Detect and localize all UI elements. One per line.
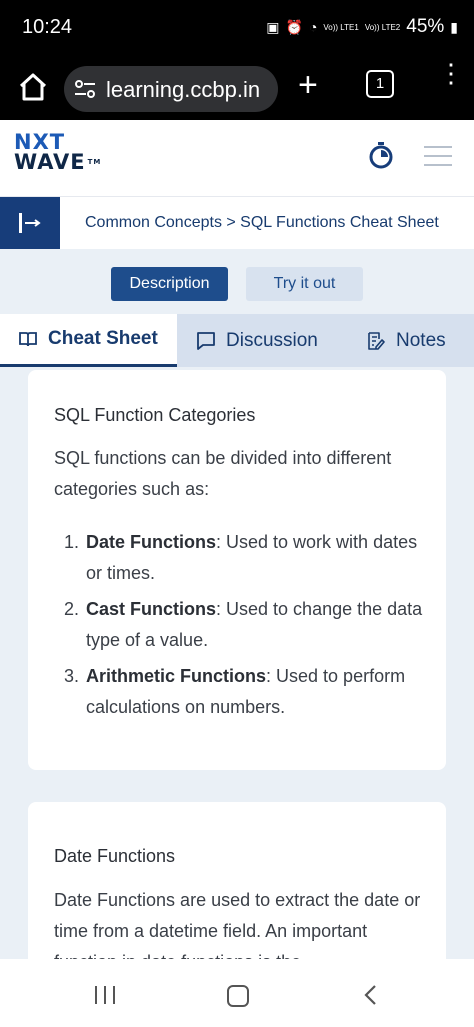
stopwatch-icon[interactable] bbox=[368, 141, 394, 169]
tab-cheat-sheet[interactable]: Cheat Sheet bbox=[0, 314, 177, 367]
status-icons: ▣ ⏰ ◔ Vo)) LTE1 Vo)) LTE2 45% ▮ bbox=[266, 16, 458, 38]
try-it-out-button[interactable]: Try it out bbox=[246, 267, 363, 301]
description-button[interactable]: Description bbox=[111, 267, 228, 301]
recent-apps-icon[interactable] bbox=[95, 986, 117, 1004]
battery-percent: 45% bbox=[406, 16, 445, 37]
card-heading: SQL Function Categories bbox=[54, 405, 256, 425]
tab-discussion[interactable]: Discussion bbox=[196, 314, 318, 367]
battery-icon: ▮ bbox=[450, 18, 458, 35]
status-bar: 10:24 ▣ ⏰ ◔ Vo)) LTE1 Vo)) LTE2 45% ▮ bbox=[0, 0, 474, 56]
site-settings-icon[interactable] bbox=[74, 80, 96, 98]
browser-toolbar: learning.ccbp.in + 1 ⋮ bbox=[0, 56, 474, 120]
more-menu-icon[interactable]: ⋮ bbox=[438, 60, 464, 86]
back-icon[interactable] bbox=[362, 984, 378, 1006]
home-nav-icon[interactable] bbox=[227, 985, 249, 1007]
sidebar-toggle-button[interactable] bbox=[0, 197, 60, 249]
notes-icon bbox=[368, 331, 385, 350]
book-icon bbox=[19, 332, 37, 347]
card-paragraph: SQL functions can be divided into differ… bbox=[54, 448, 392, 499]
card-heading: Date Functions bbox=[54, 846, 176, 866]
card-paragraph: Date Functions are used to extract the d… bbox=[54, 890, 421, 959]
tab-label: Cheat Sheet bbox=[48, 328, 158, 349]
signal-icon: Vo)) LTE1 bbox=[323, 22, 359, 32]
expand-sidebar-icon bbox=[19, 213, 41, 233]
url-text: learning.ccbp.in bbox=[106, 77, 261, 102]
chat-icon bbox=[197, 331, 215, 350]
wifi-icon: ◔ bbox=[308, 19, 318, 35]
tab-switcher-button[interactable]: 1 bbox=[366, 70, 394, 98]
signal-icon: Vo)) LTE2 bbox=[364, 22, 401, 32]
address-bar[interactable]: learning.ccbp.in bbox=[64, 66, 278, 112]
tab-label: Notes bbox=[396, 329, 446, 351]
new-tab-icon[interactable]: + bbox=[298, 68, 318, 102]
notification-icon: ▣ bbox=[266, 18, 280, 35]
hamburger-menu-icon[interactable] bbox=[424, 146, 452, 173]
tab-notes[interactable]: Notes bbox=[366, 314, 446, 367]
breadcrumb[interactable]: Common Concepts > SQL Functions Cheat Sh… bbox=[85, 214, 439, 232]
nxtwave-logo[interactable]: NXT WAVE TM bbox=[14, 132, 101, 173]
status-time: 10:24 bbox=[22, 16, 73, 38]
home-icon[interactable] bbox=[18, 72, 48, 102]
alarm-icon: ⏰ bbox=[285, 18, 303, 35]
tab-label: Discussion bbox=[226, 329, 318, 351]
